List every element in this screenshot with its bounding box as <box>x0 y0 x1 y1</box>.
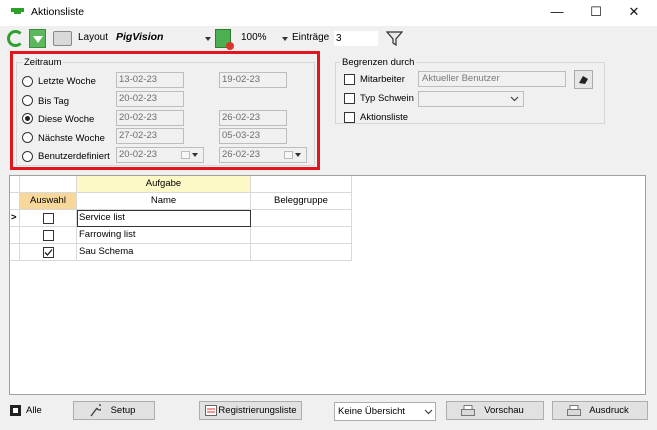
alle-checkbox[interactable] <box>10 405 21 416</box>
mitarbeiter-label: Mitarbeiter <box>360 74 405 85</box>
column-header-beleggruppe[interactable]: Beleggruppe <box>251 193 352 210</box>
current-row-indicator-icon: > <box>10 210 20 227</box>
minimize-button[interactable]: — <box>537 0 577 26</box>
zoom-value[interactable]: 100% <box>239 30 272 46</box>
date-to-benutzerdefiniert[interactable]: 26-02-23 <box>219 147 307 163</box>
layout-dropdown-arrow-icon[interactable] <box>205 37 211 41</box>
date-from-dropdown-arrow-icon[interactable] <box>192 153 198 157</box>
date-from-naechste-woche: 27-02-23 <box>116 128 184 144</box>
print-icon[interactable] <box>53 31 72 46</box>
setup-button[interactable]: Setup <box>73 401 155 420</box>
grid-corner <box>10 176 20 193</box>
refresh-icon[interactable] <box>7 30 24 47</box>
table-row-name[interactable]: Sau Schema <box>77 244 251 261</box>
entries-label: Einträge <box>292 32 330 43</box>
grid-group-header-right <box>251 176 352 193</box>
date-to-letzte-woche: 19-02-23 <box>219 72 287 88</box>
grid-group-header-blank <box>20 176 77 193</box>
print-preview-icon <box>461 405 475 416</box>
maximize-button[interactable]: ☐ <box>576 0 616 26</box>
row-checkbox[interactable] <box>43 213 54 224</box>
label-diese-woche: Diese Woche <box>38 114 95 125</box>
row-header <box>10 244 20 261</box>
radio-benutzerdefiniert[interactable] <box>22 151 33 162</box>
typ-schwein-checkbox[interactable] <box>344 93 355 104</box>
date-from-diese-woche: 20-02-23 <box>116 110 184 126</box>
typ-schwein-chevron-down-icon[interactable] <box>510 96 519 102</box>
radio-naechste-woche[interactable] <box>22 132 33 143</box>
radio-letzte-woche[interactable] <box>22 76 33 87</box>
radio-diese-woche[interactable] <box>22 113 33 124</box>
label-benutzerdefiniert: Benutzerdefiniert <box>38 151 110 162</box>
radio-bis-tag[interactable] <box>22 95 33 106</box>
date-from-letzte-woche: 13-02-23 <box>116 72 184 88</box>
table-row-checkbox-cell[interactable] <box>20 244 77 261</box>
column-header-name[interactable]: Name <box>77 193 251 210</box>
vorschau-button[interactable]: Vorschau <box>446 401 544 420</box>
printer-icon <box>567 405 581 416</box>
date-to-diese-woche: 26-02-23 <box>219 110 287 126</box>
uebersicht-select[interactable]: Keine Übersicht <box>334 402 436 421</box>
table-row-name[interactable]: Farrowing list <box>77 227 251 244</box>
date-from-benutzerdefiniert[interactable]: 20-02-23 <box>116 147 204 163</box>
wrench-icon <box>90 404 101 417</box>
filter-icon[interactable] <box>386 30 403 47</box>
layout-name[interactable]: PigVision <box>116 31 163 43</box>
table-row-beleggruppe[interactable] <box>251 244 352 261</box>
table-row-beleggruppe[interactable] <box>251 210 352 227</box>
aktionsliste-grid: Aufgabe Auswahl Name Beleggruppe > Servi… <box>9 175 646 395</box>
window-title: Aktionsliste <box>31 6 85 18</box>
export-down-icon[interactable] <box>29 29 46 48</box>
table-row-checkbox-cell[interactable] <box>20 227 77 244</box>
date-to-naechste-woche: 05-03-23 <box>219 128 287 144</box>
ausdruck-button[interactable]: Ausdruck <box>552 401 648 420</box>
entries-count-field[interactable]: 3 <box>333 30 379 47</box>
layout-label: Layout <box>78 32 109 43</box>
table-row-beleggruppe[interactable] <box>251 227 352 244</box>
label-letzte-woche: Letzte Woche <box>38 76 96 87</box>
table-row-name[interactable]: Service list <box>77 210 251 227</box>
grid-group-header-aufgabe: Aufgabe <box>77 176 251 193</box>
alle-label: Alle <box>26 405 42 416</box>
zeitraum-legend: Zeitraum <box>22 57 64 68</box>
label-bis-tag: Bis Tag <box>38 96 69 107</box>
zoom-dropdown-arrow-icon[interactable] <box>282 37 288 41</box>
layout-settings-icon[interactable] <box>215 29 234 50</box>
list-icon <box>205 405 217 416</box>
row-header <box>10 227 20 244</box>
row-checkbox[interactable] <box>43 230 54 241</box>
checkmark-icon <box>44 249 53 256</box>
column-header-auswahl[interactable]: Auswahl <box>20 193 77 210</box>
typ-schwein-select[interactable] <box>418 91 524 107</box>
mitarbeiter-checkbox[interactable] <box>344 74 355 85</box>
row-checkbox-checked[interactable] <box>43 247 54 258</box>
calendar-to-icon[interactable] <box>284 151 293 159</box>
typ-schwein-label: Typ Schwein <box>360 93 414 104</box>
grid-row-header-corner <box>10 193 20 210</box>
uebersicht-value: Keine Übersicht <box>338 406 406 417</box>
uebersicht-chevron-down-icon <box>424 409 433 415</box>
date-from-bis-tag: 20-02-23 <box>116 91 184 107</box>
date-to-dropdown-arrow-icon[interactable] <box>295 153 301 157</box>
app-icon <box>11 8 24 14</box>
close-button[interactable]: ✕ <box>614 0 654 26</box>
mitarbeiter-field: Aktueller Benutzer <box>418 71 566 87</box>
registrierungsliste-label: Registrierungsliste <box>218 405 297 416</box>
calendar-from-icon[interactable] <box>181 151 190 159</box>
user-select-button[interactable] <box>574 70 593 89</box>
user-lookup-icon <box>579 76 588 84</box>
label-naechste-woche: Nächste Woche <box>38 133 105 144</box>
begrenzen-legend: Begrenzen durch <box>340 57 417 68</box>
aktionsliste-checkbox[interactable] <box>344 112 355 123</box>
table-row-checkbox-cell[interactable] <box>20 210 77 227</box>
registrierungsliste-button[interactable]: Registrierungsliste <box>199 401 302 420</box>
aktionsliste-label: Aktionsliste <box>360 112 409 123</box>
